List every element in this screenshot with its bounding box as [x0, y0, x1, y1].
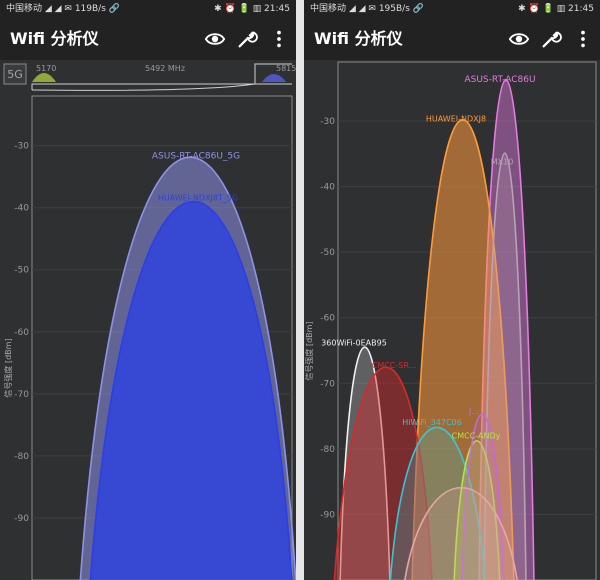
eye-icon[interactable]	[204, 28, 226, 50]
wrench-icon[interactable]	[540, 28, 562, 50]
y-axis-label: 信号强度 [dBm]	[3, 338, 13, 397]
series-label: J...	[468, 407, 479, 416]
y-tick-label: -50	[320, 248, 335, 258]
more-menu-icon[interactable]	[572, 28, 594, 50]
series-label: CMCC-SR...	[372, 361, 417, 370]
status-right: ✱ ⏰ 🔋 ▥ 21:45	[214, 4, 290, 14]
freq-center-label: 5492 MHz	[145, 64, 185, 73]
y-tick-label: -70	[320, 379, 335, 389]
series-label: HUAWEI-NDXJ8	[426, 115, 486, 124]
y-tick-label: -50	[14, 266, 29, 276]
y-tick-label: -80	[320, 445, 335, 455]
freq-start-label: 5170	[36, 64, 56, 73]
status-right: ✱ ⏰ 🔋 ▥ 21:45	[518, 4, 594, 14]
wrench-icon[interactable]	[236, 28, 258, 50]
right-phone-screen: 中国移动 ◢ ◢ ✉ 195B/s 🔗 ✱ ⏰ 🔋 ▥ 21:45 Wifi 分…	[304, 0, 600, 580]
y-tick-label: -60	[14, 328, 29, 338]
eye-icon[interactable]	[508, 28, 530, 50]
y-tick-label: -70	[14, 390, 29, 400]
overview-band-high	[262, 74, 286, 82]
app-title: Wifi 分析仪	[314, 29, 403, 48]
overview-band-low	[32, 73, 56, 82]
series-label: ASUS-RT-AC86U	[464, 75, 535, 85]
more-menu-icon[interactable]	[268, 28, 290, 50]
y-tick-label: -80	[14, 452, 29, 462]
status-left: 中国移动 ◢ ◢ ✉ 119B/s 🔗	[6, 4, 120, 14]
app-bar: Wifi 分析仪	[304, 18, 600, 60]
y-tick-label: -90	[320, 510, 335, 520]
screen-divider	[296, 0, 304, 580]
signal-curve	[89, 201, 293, 580]
series-label: CMCC-ANDy	[452, 431, 501, 440]
series-label: HiWiFi_347C06	[402, 418, 461, 427]
series-label: MX10	[491, 157, 514, 166]
app-bar: Wifi 分析仪	[0, 18, 296, 60]
y-tick-label: -30	[320, 117, 335, 127]
y-tick-label: -40	[320, 183, 335, 193]
series-label: ASUS-RT-AC86U_5G	[152, 151, 240, 161]
y-tick-label: -30	[14, 142, 29, 152]
signal-chart: 5G 5170 5492 MHz 5815 -30 -40 -50 -60 -70 -80…	[3, 63, 296, 580]
app-title: Wifi 分析仪	[10, 29, 99, 48]
y-tick-label: -90	[14, 514, 29, 524]
y-axis-label: 信号强度 [dBm]	[304, 321, 314, 380]
y-tick-label: -60	[320, 314, 335, 324]
status-bar: 中国移动 ◢ ◢ ✉ 119B/s 🔗 ✱ ⏰ 🔋 ▥ 21:45	[0, 0, 296, 18]
freq-end-label: 5815	[276, 64, 296, 73]
left-phone-screen: 中国移动 ◢ ◢ ✉ 119B/s 🔗 ✱ ⏰ 🔋 ▥ 21:45 Wifi 分…	[0, 0, 296, 580]
signal-chart: -30 -40 -50 -60 -70 -80 -90 ASUS-RT-AC86U HUAWEI…	[304, 61, 597, 580]
series-label: 360WiFi-0EAB95	[321, 339, 387, 348]
status-left: 中国移动 ◢ ◢ ✉ 195B/s 🔗	[310, 4, 424, 14]
overview-window-top	[31, 83, 292, 90]
status-bar: 中国移动 ◢ ◢ ✉ 195B/s 🔗 ✱ ⏰ 🔋 ▥ 21:45	[304, 0, 600, 18]
series-label: HUAWEI-NDXJ8T_5G	[158, 194, 238, 203]
y-tick-label: -40	[14, 204, 29, 214]
band-5g-label: 5G	[7, 68, 23, 81]
